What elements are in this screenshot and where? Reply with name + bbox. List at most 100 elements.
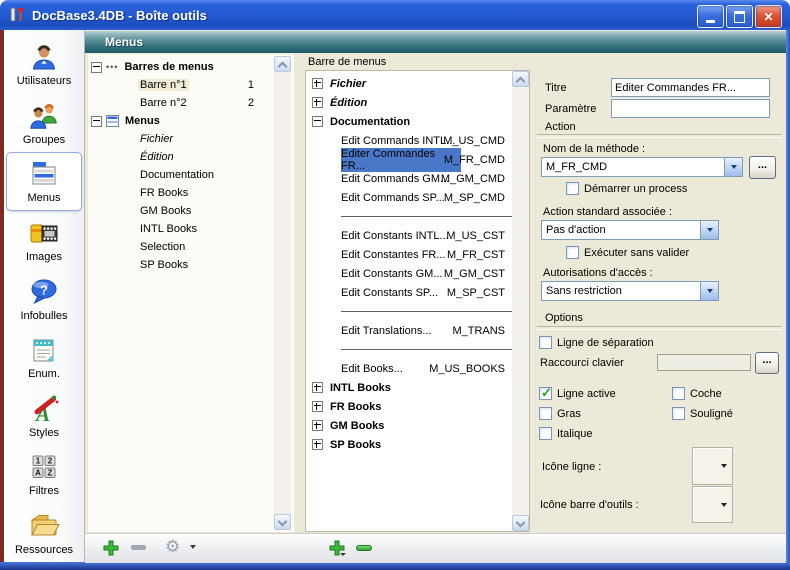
menu-item-edit-translations[interactable]: Edit Translations... M_TRANS bbox=[306, 321, 529, 340]
scroll-down-button[interactable] bbox=[274, 514, 291, 530]
separator-line-checkbox[interactable]: Ligne de séparation bbox=[539, 336, 654, 349]
standard-action-label: Action standard associée : bbox=[543, 206, 672, 218]
menu-item-edit-constants-sp[interactable]: Edit Constants SP... M_SP_CST bbox=[306, 283, 529, 302]
menu-node-fr-books[interactable]: FR Books bbox=[306, 397, 529, 416]
checkbox-icon[interactable] bbox=[539, 336, 552, 349]
sidebar-item-enum[interactable]: Enum. bbox=[6, 328, 82, 387]
menu-item-edit-commands-sp[interactable]: Edit Commands SP... M_SP_CMD bbox=[306, 188, 529, 207]
shortcut-browse-button[interactable]: ... bbox=[755, 352, 779, 374]
tree-item-fr-books[interactable]: FR Books bbox=[88, 184, 294, 202]
expand-icon[interactable] bbox=[312, 97, 323, 108]
collapse-icon[interactable] bbox=[312, 116, 323, 127]
chevron-down-icon[interactable] bbox=[700, 221, 718, 239]
tree-item-intl-books[interactable]: INTL Books bbox=[88, 220, 294, 238]
checkbox-checked-icon[interactable] bbox=[539, 387, 552, 400]
menu-node-fichier[interactable]: Fichier bbox=[306, 74, 529, 93]
sidebar-item-label: Ressources bbox=[15, 544, 73, 556]
method-name: M_TRANS bbox=[452, 325, 505, 337]
expand-icon[interactable] bbox=[312, 78, 323, 89]
scrollbar-track[interactable] bbox=[512, 87, 529, 515]
execute-without-validate-checkbox[interactable]: Exécuter sans valider bbox=[566, 246, 689, 259]
menu-node-documentation[interactable]: Documentation bbox=[306, 112, 529, 131]
expand-icon[interactable] bbox=[312, 420, 323, 431]
menu-node-gm-books[interactable]: GM Books bbox=[306, 416, 529, 435]
access-select[interactable]: Sans restriction bbox=[541, 281, 719, 301]
sidebar-item-groupes[interactable]: Groupes bbox=[6, 94, 82, 153]
menu-list-scrollbar[interactable] bbox=[512, 71, 529, 531]
parametre-input[interactable] bbox=[611, 99, 770, 118]
sidebar-item-images[interactable]: Images bbox=[6, 211, 82, 270]
scroll-down-button[interactable] bbox=[512, 515, 529, 531]
expand-icon[interactable] bbox=[312, 439, 323, 450]
menu-node-sp-books[interactable]: SP Books bbox=[306, 435, 529, 454]
tree-item-documentation[interactable]: Documentation bbox=[88, 166, 294, 184]
menu-node-edition[interactable]: Édition bbox=[306, 93, 529, 112]
sidebar-item-styles[interactable]: A Styles bbox=[6, 386, 82, 445]
actions-gear-button[interactable]: ⚙ bbox=[165, 538, 180, 555]
title-bar[interactable]: DocBase3.4DB - Boîte outils ✕ bbox=[0, 0, 790, 30]
tree-item-selection[interactable]: Selection bbox=[88, 238, 294, 256]
check-checkbox[interactable]: Coche bbox=[672, 387, 722, 400]
add-menu-entry-button[interactable] bbox=[329, 540, 345, 556]
menu-tree-panel: Barres de menus Barre n°1 1 Barre n°2 2 … bbox=[88, 54, 294, 532]
gear-menu-arrow[interactable] bbox=[190, 545, 196, 549]
italic-checkbox[interactable]: Italique bbox=[539, 427, 592, 440]
sidebar-item-utilisateurs[interactable]: Utilisateurs bbox=[6, 35, 82, 94]
menu-item-editer-commandes-fr[interactable]: Editer Commandes FR... M_FR_CMD bbox=[306, 150, 529, 169]
checkbox-icon[interactable] bbox=[672, 387, 685, 400]
shortcut-input[interactable] bbox=[657, 354, 751, 371]
menu-item-edit-commands-gm[interactable]: Edit Commands GM... M_GM_CMD bbox=[306, 169, 529, 188]
maximize-button[interactable] bbox=[726, 5, 753, 28]
menu-item-edit-constants-intl[interactable]: Edit Constants INTL... M_US_CST bbox=[306, 226, 529, 245]
tree-item-barre-n1[interactable]: Barre n°1 1 bbox=[88, 76, 294, 94]
standard-action-select[interactable]: Pas d'action bbox=[541, 220, 719, 240]
chevron-down-icon[interactable] bbox=[724, 158, 742, 176]
tree-item-gm-books[interactable]: GM Books bbox=[88, 202, 294, 220]
scrollbar-track[interactable] bbox=[274, 72, 291, 514]
line-active-checkbox[interactable]: Ligne active bbox=[539, 387, 616, 400]
bold-checkbox[interactable]: Gras bbox=[539, 407, 581, 420]
menu-item-edit-constants-gm[interactable]: Edit Constants GM... M_GM_CST bbox=[306, 264, 529, 283]
checkbox-icon[interactable] bbox=[566, 182, 579, 195]
checkbox-icon[interactable] bbox=[539, 407, 552, 420]
remove-menu-entry-button[interactable] bbox=[356, 545, 372, 551]
toolbar-icon-dropdown[interactable] bbox=[692, 486, 733, 523]
sidebar-item-filtres[interactable]: 1 2 A Z Filtres bbox=[6, 445, 82, 504]
method-browse-button[interactable]: ... bbox=[749, 156, 776, 179]
close-button[interactable]: ✕ bbox=[755, 5, 782, 28]
collapse-icon[interactable] bbox=[91, 62, 102, 73]
line-icon-dropdown[interactable] bbox=[692, 447, 733, 485]
tree-item-edition[interactable]: Édition bbox=[88, 148, 294, 166]
expand-icon[interactable] bbox=[312, 382, 323, 393]
method-name: M_FR_CMD bbox=[444, 154, 505, 166]
remove-menubar-button[interactable] bbox=[131, 545, 146, 550]
checkbox-icon[interactable] bbox=[539, 427, 552, 440]
sidebar-item-infobulles[interactable]: ? Infobulles bbox=[6, 269, 82, 328]
parametre-label: Paramètre bbox=[545, 103, 596, 115]
menu-item-edit-constantes-fr[interactable]: Edit Constantes FR... M_FR_CST bbox=[306, 245, 529, 264]
sidebar-item-ressources[interactable]: Ressources bbox=[6, 504, 82, 563]
tree-item-fichier[interactable]: Fichier bbox=[88, 130, 294, 148]
chevron-down-icon bbox=[190, 545, 196, 549]
tree-item-barre-n2[interactable]: Barre n°2 2 bbox=[88, 94, 294, 112]
checkbox-icon[interactable] bbox=[672, 407, 685, 420]
expand-icon[interactable] bbox=[312, 401, 323, 412]
sidebar-item-menus[interactable]: Menus bbox=[6, 152, 82, 211]
scroll-up-button[interactable] bbox=[274, 56, 291, 72]
minimize-button[interactable] bbox=[697, 5, 724, 28]
titre-input[interactable] bbox=[611, 78, 770, 97]
method-name-select[interactable]: M_FR_CMD bbox=[541, 157, 743, 177]
menu-node-intl-books[interactable]: INTL Books bbox=[306, 378, 529, 397]
tree-item-sp-books[interactable]: SP Books bbox=[88, 256, 294, 274]
scroll-up-button[interactable] bbox=[512, 71, 529, 87]
underline-checkbox[interactable]: Souligné bbox=[672, 407, 733, 420]
chevron-down-icon[interactable] bbox=[700, 282, 718, 300]
menu-item-edit-books[interactable]: Edit Books... M_US_BOOKS bbox=[306, 359, 529, 378]
tree-scrollbar[interactable] bbox=[274, 56, 291, 530]
collapse-icon[interactable] bbox=[91, 116, 102, 127]
start-process-checkbox[interactable]: Démarrer un process bbox=[566, 182, 687, 195]
tree-node-barres-de-menus[interactable]: Barres de menus bbox=[88, 58, 294, 76]
add-menubar-button[interactable] bbox=[103, 540, 119, 556]
checkbox-icon[interactable] bbox=[566, 246, 579, 259]
tree-node-menus[interactable]: Menus bbox=[88, 112, 294, 130]
